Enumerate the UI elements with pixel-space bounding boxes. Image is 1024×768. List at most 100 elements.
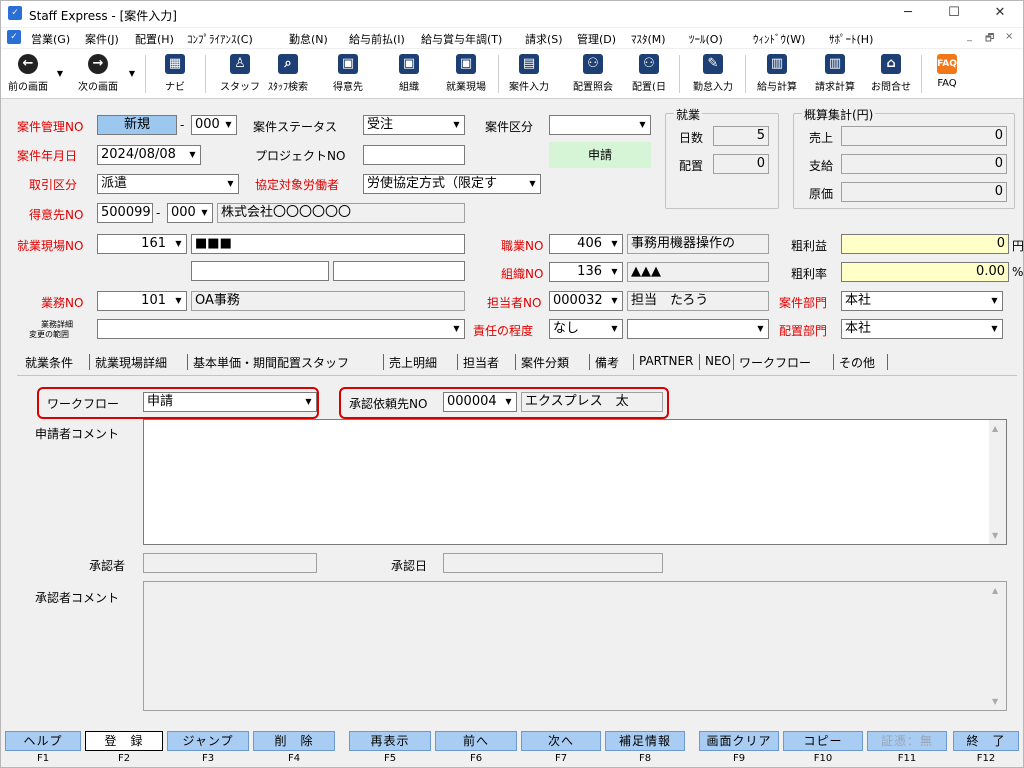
approver-request-select[interactable]: 000004 xyxy=(443,392,517,412)
resp-detail-select[interactable] xyxy=(627,319,769,339)
back-history-dropdown[interactable]: ▼ xyxy=(55,51,65,97)
attendance-button[interactable]: ✎ 勤怠入力 xyxy=(685,51,741,97)
menu-window[interactable]: ｳｨﾝﾄﾞｳ(W) xyxy=(753,31,805,47)
prev-button[interactable]: 前へ xyxy=(435,731,517,751)
menu-compliance[interactable]: ｺﾝﾌﾟﾗｲｱﾝｽ(C) xyxy=(187,31,253,47)
menu-placement[interactable]: 配置(H) xyxy=(135,31,174,47)
case-no-separator: - xyxy=(180,118,185,132)
sales-value: 0 xyxy=(841,126,1007,146)
tab-notes[interactable]: 備考 xyxy=(595,354,619,371)
gross-profit-unit: 円 xyxy=(1012,239,1024,253)
menu-admin[interactable]: 管理(D) xyxy=(577,31,616,47)
site-no-select[interactable]: 161 xyxy=(97,234,187,254)
menu-payroll[interactable]: 給与賞与年調(T) xyxy=(421,31,502,47)
case-input-button[interactable]: ▤ 案件入力 xyxy=(501,51,557,97)
mdi-close-button[interactable]: × xyxy=(1005,31,1013,42)
customer-sub-select[interactable]: 000 xyxy=(167,203,213,223)
labor-select[interactable]: 労使協定方式（限定す xyxy=(363,174,541,194)
workflow-select[interactable]: 申請 xyxy=(143,392,317,412)
tab-partner[interactable]: PARTNER xyxy=(639,354,693,368)
back-button[interactable]: ← 前の画面 xyxy=(3,51,53,97)
evidence-button[interactable]: 証憑：無 xyxy=(867,731,947,751)
inquiry-button[interactable]: ⌂ お問合せ xyxy=(863,51,919,97)
menu-master[interactable]: ﾏｽﾀ(M) xyxy=(631,31,666,47)
faq-button[interactable]: FAQ FAQ xyxy=(927,51,967,97)
minimize-button[interactable]: ─ xyxy=(885,1,931,27)
clear-screen-button[interactable]: 画面クリア xyxy=(699,731,779,751)
scroll-down-icon[interactable]: ▼ xyxy=(992,697,998,706)
copy-button[interactable]: コピー xyxy=(783,731,863,751)
refresh-button[interactable]: 再表示 xyxy=(349,731,431,751)
register-button[interactable]: 登 録 xyxy=(85,731,163,751)
maximize-button[interactable]: ☐ xyxy=(931,1,977,27)
case-no-field[interactable]: 新規 xyxy=(97,115,177,135)
dept-select[interactable]: 本社 xyxy=(841,291,1003,311)
mdi-restore-button[interactable]: 🗗 xyxy=(985,31,994,48)
approver-comment-scrollbar[interactable]: ▲ ▼ xyxy=(989,582,1006,710)
menu-billing[interactable]: 請求(S) xyxy=(525,31,563,47)
scroll-up-icon[interactable]: ▲ xyxy=(992,586,998,595)
navi-button[interactable]: ▦ ナビ xyxy=(155,51,195,97)
site-name-input[interactable]: ■■■ xyxy=(191,234,465,254)
delete-button[interactable]: 削 除 xyxy=(253,731,335,751)
placement-day-button[interactable]: ⚇ 配置(日 xyxy=(625,51,673,97)
jump-button[interactable]: ジャンプ xyxy=(167,731,249,751)
close-button[interactable]: ✕ xyxy=(977,1,1023,27)
tab-workflow[interactable]: ワークフロー xyxy=(739,354,811,371)
site-extra2-input[interactable] xyxy=(333,261,465,281)
category-select[interactable] xyxy=(549,115,651,135)
payroll-button[interactable]: ▥ 給与計算 xyxy=(749,51,805,97)
date-label: 案件年月日 xyxy=(17,149,78,163)
customer-no-input[interactable]: 500099 xyxy=(97,203,153,223)
menu-support[interactable]: ｻﾎﾟｰﾄ(H) xyxy=(829,31,873,47)
resp-select[interactable]: なし xyxy=(549,319,623,339)
work-no-select[interactable]: 101 xyxy=(97,291,187,311)
mdi-minimize-button[interactable]: _ xyxy=(967,31,972,42)
next-button[interactable]: 次へ xyxy=(521,731,601,751)
applicant-comment-textarea[interactable] xyxy=(143,419,1007,545)
exit-button[interactable]: 終 了 xyxy=(953,731,1019,751)
mdi-app-icon[interactable]: ✓ xyxy=(7,30,21,44)
tab-site-detail[interactable]: 就業現場詳細 xyxy=(95,354,167,371)
job-no-select[interactable]: 406 xyxy=(549,234,623,254)
help-button[interactable]: ヘルプ xyxy=(5,731,81,751)
supplement-button[interactable]: 補足情報 xyxy=(605,731,685,751)
app-window: ✓ Staff Express - [案件入力] ─ ☐ ✕ ✓ 営業(G) 案… xyxy=(0,0,1024,768)
tab-case-category[interactable]: 案件分類 xyxy=(521,354,569,371)
menu-sales[interactable]: 営業(G) xyxy=(31,31,70,47)
org-button[interactable]: ▣ 組織 xyxy=(385,51,433,97)
place-dept-select[interactable]: 本社 xyxy=(841,319,1003,339)
menu-case[interactable]: 案件(J) xyxy=(85,31,119,47)
status-select[interactable]: 受注 xyxy=(363,115,465,135)
billing-button[interactable]: ▥ 請求計算 xyxy=(805,51,865,97)
forward-history-dropdown[interactable]: ▼ xyxy=(127,51,137,97)
staff-button[interactable]: ♙ スタッフ xyxy=(215,51,265,97)
approve-date-value xyxy=(443,553,663,573)
placement-inquiry-button[interactable]: ⚇ 配置照会 xyxy=(563,51,623,97)
tab-person-in-charge[interactable]: 担当者 xyxy=(463,354,499,371)
staff-search-button[interactable]: ⌕ ｽﾀｯﾌ検索 xyxy=(261,51,315,97)
tab-work-conditions[interactable]: 就業条件 xyxy=(25,354,73,371)
tab-sales-detail[interactable]: 売上明細 xyxy=(389,354,437,371)
project-input[interactable] xyxy=(363,145,465,165)
tab-base-rate[interactable]: 基本単価・期間配置スタッフ xyxy=(193,354,349,371)
date-field[interactable]: 2024/08/08 xyxy=(97,145,201,165)
work-detail-select[interactable] xyxy=(97,319,465,339)
tab-other[interactable]: その他 xyxy=(839,354,875,371)
menu-tools[interactable]: ﾂｰﾙ(O) xyxy=(689,31,723,47)
trade-select[interactable]: 派遣 xyxy=(97,174,239,194)
scroll-down-icon[interactable]: ▼ xyxy=(992,531,998,540)
menu-advance-pay[interactable]: 給与前払(I) xyxy=(349,31,405,47)
case-no-sub-select[interactable]: 000 xyxy=(191,115,237,135)
tab-neo[interactable]: NEO xyxy=(705,354,731,368)
staff-no-select[interactable]: 000032 xyxy=(549,291,623,311)
forward-button[interactable]: → 次の画面 xyxy=(69,51,127,97)
site-extra1-input[interactable] xyxy=(191,261,329,281)
site-button[interactable]: ▣ 就業現場 xyxy=(437,51,495,97)
chevron-down-icon xyxy=(607,264,621,280)
scroll-up-icon[interactable]: ▲ xyxy=(992,424,998,433)
menu-attendance[interactable]: 勤怠(N) xyxy=(289,31,328,47)
applicant-comment-scrollbar[interactable]: ▲ ▼ xyxy=(989,420,1006,544)
customer-button[interactable]: ▣ 得意先 xyxy=(321,51,375,97)
org-no-select[interactable]: 136 xyxy=(549,262,623,282)
